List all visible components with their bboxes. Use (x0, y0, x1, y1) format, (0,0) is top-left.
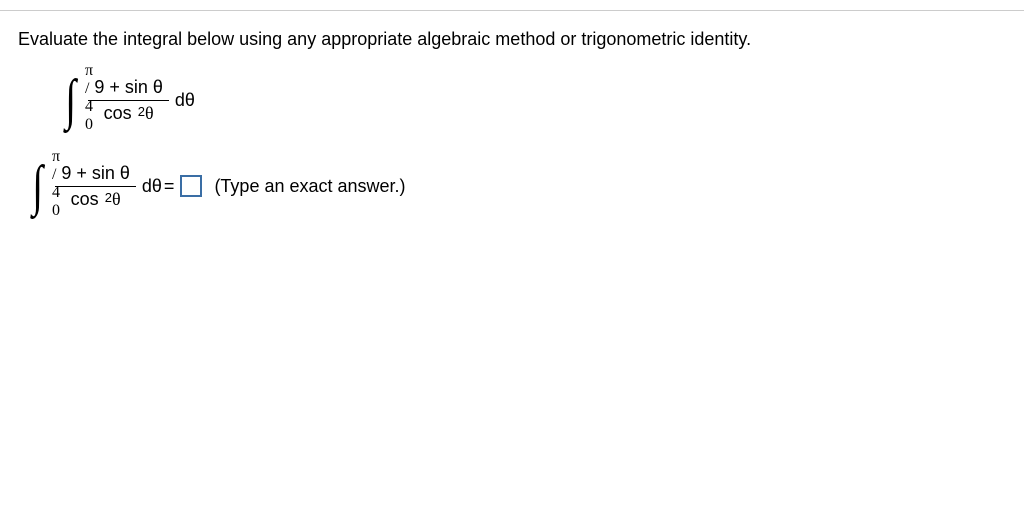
integral-symbol-2: ∫ (32, 158, 43, 214)
denom-exponent-2: 2 (105, 190, 112, 205)
top-divider (0, 10, 1024, 11)
fraction-denominator-2: cos 2θ (65, 187, 127, 210)
integral-sign-block-2: π / 4 ∫ 0 (30, 158, 45, 214)
integral-symbol: ∫ (65, 72, 76, 128)
fraction-denominator: cos 2θ (98, 101, 160, 124)
answer-input[interactable] (180, 175, 202, 197)
integrand-fraction-2: 9 + sin θ cos 2θ (55, 163, 136, 210)
answer-hint: (Type an exact answer.) (214, 176, 405, 197)
integral-answer-line: π / 4 ∫ 0 9 + sin θ cos 2θ dθ = (Type an… (30, 158, 1006, 214)
equals-sign: = (164, 176, 175, 197)
differential: dθ (175, 90, 195, 111)
denom-variable: θ (145, 103, 154, 123)
denom-exponent: 2 (138, 104, 145, 119)
differential-2: dθ (142, 176, 162, 197)
content-area: Evaluate the integral below using any ap… (0, 29, 1024, 214)
numerator-text: 9 + sin θ (94, 77, 163, 97)
denom-variable-2: θ (112, 189, 121, 209)
denom-base-2: cos (71, 189, 99, 209)
fraction-numerator-2: 9 + sin θ (55, 163, 136, 187)
upper-limit-2: π / 4 (52, 148, 60, 202)
lower-limit: 0 (85, 116, 93, 134)
upper-limit: π / 4 (85, 62, 93, 116)
question-prompt: Evaluate the integral below using any ap… (18, 29, 1006, 50)
lower-limit-2: 0 (52, 202, 60, 220)
integral-display: π / 4 ∫ 0 9 + sin θ cos 2θ dθ (63, 72, 1006, 128)
integrand-fraction: 9 + sin θ cos 2θ (88, 77, 169, 124)
integral-expression-answer: π / 4 ∫ 0 9 + sin θ cos 2θ dθ (30, 158, 162, 214)
denom-base: cos (104, 103, 132, 123)
integral-sign-block: π / 4 ∫ 0 (63, 72, 78, 128)
integral-expression: π / 4 ∫ 0 9 + sin θ cos 2θ dθ (63, 72, 195, 128)
numerator-text-2: 9 + sin θ (61, 163, 130, 183)
fraction-numerator: 9 + sin θ (88, 77, 169, 101)
